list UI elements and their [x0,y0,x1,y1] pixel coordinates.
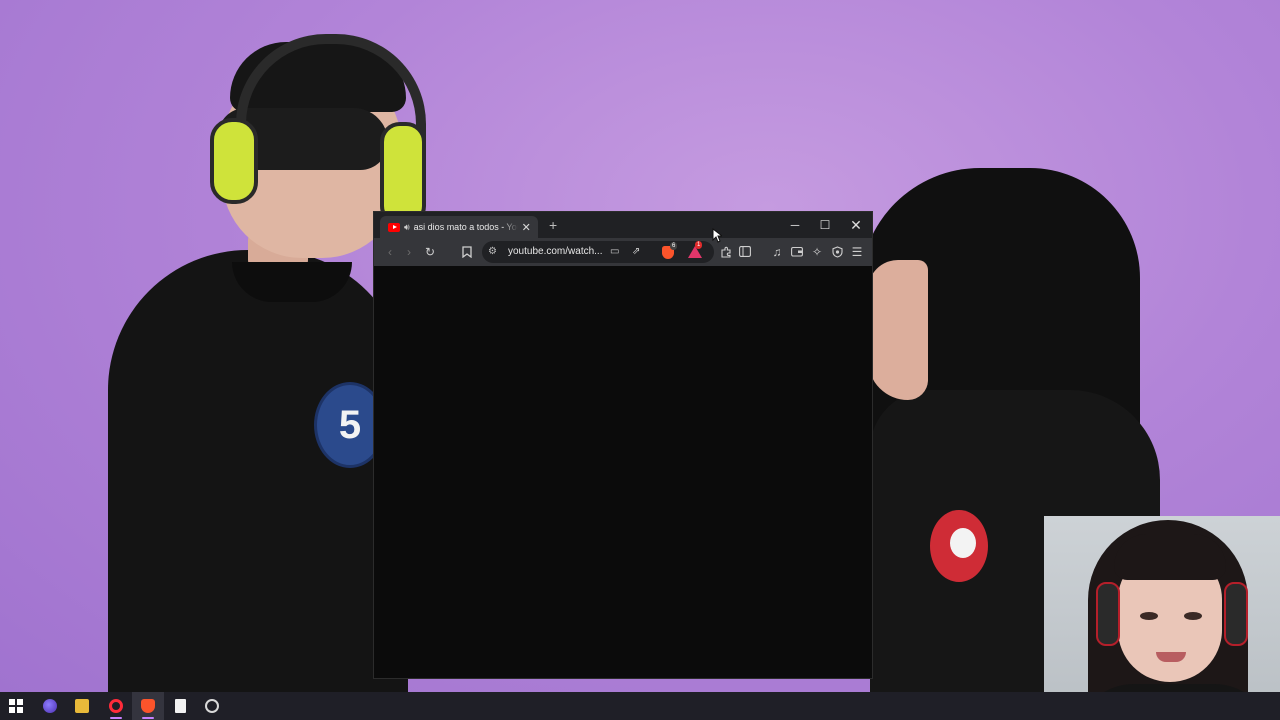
brave-browser-button[interactable] [132,692,164,720]
menu-icon[interactable]: ☰ [849,238,865,266]
bookmark-icon[interactable] [460,238,474,266]
vpn-shield-icon[interactable] [829,238,845,266]
reload-button[interactable]: ↻ [422,238,438,266]
document-icon [175,699,186,713]
youtube-favicon-icon [388,222,400,232]
browser-tab[interactable]: 🔊︎ asi dios mato a todos - YouTube ✕ [380,216,538,238]
browser-toolbar: ‹ › ↻ ⚙︎ youtube.com/watch... ▭ ⇗ 6 1 ♫ … [374,238,872,266]
sidebar-icon[interactable] [737,238,753,266]
streamer-eye-right [1184,612,1202,620]
opera-icon [109,699,123,713]
leo-ai-icon[interactable]: ✧ [809,238,825,266]
webcam-overlay [1044,516,1280,720]
forward-button[interactable]: › [401,238,417,266]
opera-button[interactable] [100,692,132,720]
file-explorer-button[interactable] [66,692,98,720]
speaker-icon[interactable]: 🔊︎ [404,222,410,233]
shields-count-badge: 6 [670,242,678,250]
close-window-button[interactable]: ✕ [843,215,869,235]
shirt-logo [930,510,988,582]
site-info-icon[interactable]: ⚙︎ [488,241,497,263]
contestant-right-face [868,260,928,400]
earmuff-right [380,122,426,226]
page-viewport[interactable] [374,266,872,678]
brave-lion-icon [141,699,155,713]
streamer-eye-left [1140,612,1158,620]
browser-window: 🔊︎ asi dios mato a todos - YouTube ✕ + ─… [374,212,872,678]
cast-icon[interactable]: ▭ [610,241,619,263]
earmuff-left [210,118,258,204]
headset-right [1224,582,1248,646]
clock-icon [205,699,219,713]
contestant-left-body [108,250,408,692]
maximize-button[interactable]: ☐ [812,215,838,235]
clock-app-button[interactable] [196,692,228,720]
share-icon[interactable]: ⇗ [632,241,640,263]
music-note-icon[interactable]: ♫ [770,238,784,266]
windows-logo-icon [9,699,23,713]
headset-left [1096,582,1120,646]
start-button[interactable] [0,692,32,720]
taskbar-app-button[interactable] [34,692,66,720]
browser-titlebar[interactable]: 🔊︎ asi dios mato a todos - YouTube ✕ + ─… [374,212,872,238]
notepad-button[interactable] [164,692,196,720]
wallet-icon[interactable] [789,238,805,266]
minimize-button[interactable]: ─ [782,215,808,235]
new-tab-button[interactable]: + [549,217,557,233]
tab-close-icon[interactable]: ✕ [522,221,531,234]
tab-title: asi dios mato a todos - YouTube [413,222,518,232]
streamer-bangs [1114,534,1226,580]
folder-icon [75,699,89,713]
app-orb-icon [43,699,57,713]
address-bar[interactable]: ⚙︎ youtube.com/watch... ▭ ⇗ 6 1 [482,241,714,263]
back-button[interactable]: ‹ [382,238,398,266]
url-text[interactable]: youtube.com/watch... [508,241,603,263]
taskbar [0,692,1280,720]
